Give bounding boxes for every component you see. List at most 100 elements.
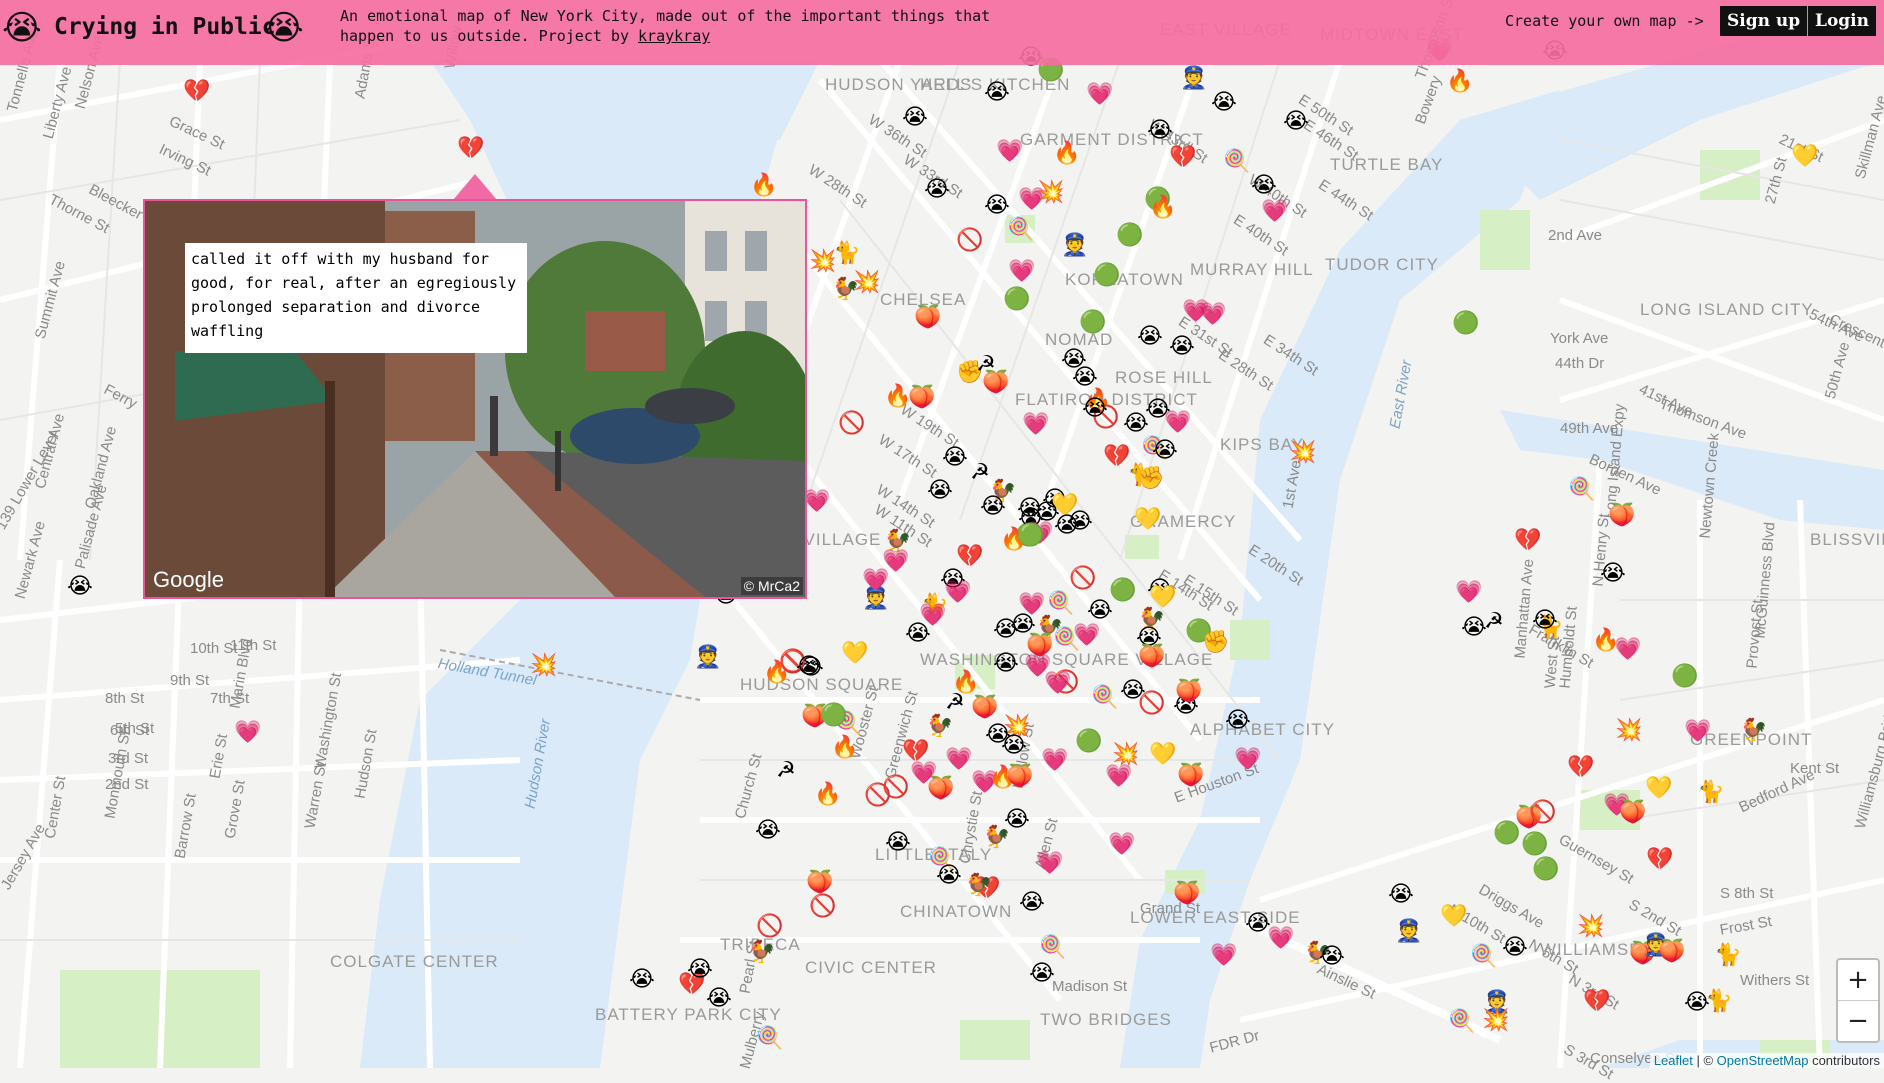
heart-marker[interactable]: 💗	[996, 141, 1023, 163]
crying-marker[interactable]: 😭	[984, 82, 1010, 104]
yellow-heart-marker[interactable]: 💛	[1791, 146, 1818, 168]
green-face-marker[interactable]: 🟢	[1116, 225, 1143, 247]
cat-marker[interactable]: 🐈	[1714, 945, 1741, 967]
lollipop-marker[interactable]: 🍭	[1470, 946, 1497, 968]
yellow-heart-marker[interactable]: 💛	[1645, 778, 1672, 800]
fist-marker[interactable]: ✊	[1137, 468, 1164, 490]
heart-marker[interactable]: 💗	[945, 749, 972, 771]
story-popup[interactable]: called it off with my husband for good, …	[143, 199, 807, 599]
peach-marker[interactable]: 🍑	[971, 697, 998, 719]
leaflet-link[interactable]: Leaflet	[1654, 1053, 1693, 1068]
lollipop-marker[interactable]: 🍭	[1047, 593, 1074, 615]
lollipop-marker[interactable]: 🍭	[1223, 151, 1250, 173]
fire-marker[interactable]: 🔥	[831, 737, 858, 759]
hammer-sickle-marker[interactable]: ☭	[776, 760, 796, 782]
explosion-marker[interactable]: 💥	[853, 272, 880, 294]
peach-marker[interactable]: 🍑	[1006, 766, 1033, 788]
explosion-marker[interactable]: 💥	[1289, 442, 1316, 464]
lollipop-marker[interactable]: 🍭	[1568, 479, 1595, 501]
prohibited-marker[interactable]: 🚫	[838, 413, 865, 435]
peach-marker[interactable]: 🍑	[1177, 765, 1204, 787]
fire-marker[interactable]: 🔥	[814, 784, 841, 806]
broken-heart-marker[interactable]: 💔	[902, 741, 929, 763]
fire-marker[interactable]: 🔥	[1053, 143, 1080, 165]
zoom-in-button[interactable]: +	[1838, 960, 1878, 1000]
heart-marker[interactable]: 💗	[1267, 928, 1294, 950]
signup-button[interactable]: Sign up	[1720, 6, 1808, 36]
heart-marker[interactable]: 💗	[1455, 582, 1482, 604]
peach-marker[interactable]: 🍑	[1619, 802, 1646, 824]
yellow-heart-marker[interactable]: 💛	[1440, 906, 1467, 928]
fire-marker[interactable]: 🔥	[750, 175, 777, 197]
peach-marker[interactable]: 🍑	[806, 872, 833, 894]
heart-marker[interactable]: 💗	[1036, 853, 1063, 875]
heart-marker[interactable]: 💗	[234, 722, 261, 744]
crying-marker[interactable]: 😭	[1169, 336, 1195, 358]
rooster-marker[interactable]: 🐓	[965, 875, 992, 897]
peach-marker[interactable]: 🍑	[1608, 505, 1635, 527]
crying-marker[interactable]: 😭	[984, 195, 1010, 217]
crying-marker[interactable]: 😭	[687, 959, 713, 981]
hammer-sickle-marker[interactable]: ☭	[970, 462, 990, 484]
yellow-heart-marker[interactable]: 💛	[841, 643, 868, 665]
heart-marker[interactable]: 💗	[1022, 414, 1049, 436]
peach-marker[interactable]: 🍑	[908, 387, 935, 409]
heart-marker[interactable]: 💗	[1684, 721, 1711, 743]
crying-marker[interactable]: 😭	[1152, 440, 1178, 462]
crying-marker[interactable]: 😭	[755, 820, 781, 842]
broken-heart-marker[interactable]: 💔	[1646, 849, 1673, 871]
crying-marker[interactable]: 😭	[936, 865, 962, 887]
lollipop-marker[interactable]: 🍭	[1448, 1011, 1475, 1033]
crying-marker[interactable]: 😭	[927, 480, 953, 502]
crying-marker[interactable]: 😭	[993, 653, 1019, 675]
prohibited-marker[interactable]: 🚫	[1069, 568, 1096, 590]
crying-marker[interactable]: 😭	[1087, 600, 1113, 622]
police-marker[interactable]: 👮	[694, 647, 721, 669]
heart-marker[interactable]: 💗	[1261, 201, 1288, 223]
heart-marker[interactable]: 💗	[1086, 84, 1113, 106]
green-face-marker[interactable]: 🟢	[1109, 580, 1136, 602]
crying-marker[interactable]: 😭	[902, 107, 928, 129]
green-face-marker[interactable]: 🟢	[1075, 731, 1102, 753]
heart-marker[interactable]: 💗	[1164, 412, 1191, 434]
crying-marker[interactable]: 😭	[1283, 111, 1309, 133]
crying-marker[interactable]: 😭	[1319, 946, 1345, 968]
broken-heart-marker[interactable]: 💔	[1567, 757, 1594, 779]
broken-heart-marker[interactable]: 💔	[183, 81, 210, 103]
crying-marker[interactable]: 😭	[905, 623, 931, 645]
hammer-sickle-marker[interactable]: ☭	[945, 692, 965, 714]
crying-marker[interactable]: 😭	[1600, 563, 1626, 585]
explosion-marker[interactable]: 💥	[1615, 720, 1642, 742]
peach-marker[interactable]: 🍑	[914, 307, 941, 329]
osm-link[interactable]: OpenStreetMap	[1717, 1053, 1809, 1068]
explosion-marker[interactable]: 💥	[1577, 916, 1604, 938]
prohibited-marker[interactable]: 🚫	[1138, 693, 1165, 715]
site-title[interactable]: Crying in Public	[54, 14, 276, 40]
broken-heart-marker[interactable]: 💔	[956, 546, 983, 568]
green-face-marker[interactable]: 🟢	[1671, 666, 1698, 688]
crying-marker[interactable]: 😭	[1225, 710, 1251, 732]
crying-marker[interactable]: 😭	[1029, 963, 1055, 985]
rooster-marker[interactable]: 🐓	[926, 716, 953, 738]
broken-heart-marker[interactable]: 💔	[1169, 147, 1196, 169]
crying-marker[interactable]: 😭	[1502, 937, 1528, 959]
peach-marker[interactable]: 🍑	[1173, 883, 1200, 905]
broken-heart-marker[interactable]: 💔	[1514, 530, 1541, 552]
crying-marker[interactable]: 😭	[924, 179, 950, 201]
crying-marker[interactable]: 😭	[1532, 610, 1558, 632]
peach-marker[interactable]: 🍑	[1658, 941, 1685, 963]
heart-marker[interactable]: 💗	[862, 570, 889, 592]
yellow-heart-marker[interactable]: 💛	[1149, 744, 1176, 766]
prohibited-marker[interactable]: 🚫	[756, 916, 783, 938]
explosion-marker[interactable]: 💥	[1112, 744, 1139, 766]
fire-marker[interactable]: 🔥	[952, 672, 979, 694]
crying-marker[interactable]: 😭	[1211, 92, 1237, 114]
peach-marker[interactable]: 🍑	[1138, 646, 1165, 668]
police-marker[interactable]: 👮	[1180, 68, 1207, 90]
cat-marker[interactable]: 🐈	[1697, 782, 1724, 804]
lollipop-marker[interactable]: 🍭	[1039, 937, 1066, 959]
prohibited-marker[interactable]: 🚫	[956, 230, 983, 252]
green-face-marker[interactable]: 🟢	[820, 705, 847, 727]
police-marker[interactable]: 👮	[1395, 921, 1422, 943]
rooster-marker[interactable]: 🐓	[1740, 720, 1767, 742]
